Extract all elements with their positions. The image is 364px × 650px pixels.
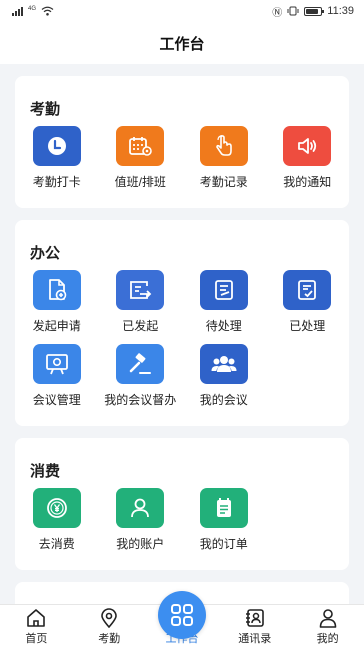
tile-my-notifications[interactable]: 我的通知: [266, 126, 350, 200]
nav-label: 通讯录: [238, 633, 272, 645]
tile-attendance-records[interactable]: 考勤记录: [182, 126, 266, 200]
tile-label: 我的订单: [199, 537, 248, 551]
location-pin-icon: [101, 608, 117, 628]
nav-contacts[interactable]: 通讯录: [218, 605, 291, 650]
nav-label: 首页: [25, 633, 48, 645]
contacts-icon: [245, 609, 264, 627]
tile-label: 待处理: [205, 319, 242, 333]
profile-icon: [319, 609, 336, 628]
section-title: 消费: [30, 463, 61, 480]
tile-meeting-management[interactable]: 会议管理: [15, 344, 99, 418]
tile-initiated[interactable]: 已发起: [99, 270, 183, 344]
section-title: 办公: [30, 245, 61, 262]
page-title: 工作台: [0, 22, 364, 64]
section-title: 考勤: [30, 101, 61, 118]
order-list-icon: [199, 488, 248, 528]
nav-label: 我的: [316, 633, 339, 645]
vibrate-icon: [287, 6, 299, 16]
nfc-icon: Ⓝ: [272, 7, 283, 19]
clock-icon: [32, 126, 81, 166]
wifi-icon: [41, 6, 54, 16]
tile-my-orders[interactable]: 我的订单: [182, 488, 266, 562]
people-icon: [199, 344, 248, 384]
tile-label: 去消费: [38, 537, 75, 551]
pending-document-icon: [199, 270, 248, 310]
done-document-icon: [283, 270, 332, 310]
section-consumption: 消费 去消费 我的账户 我的订单: [15, 438, 349, 570]
tap-hand-icon: [199, 126, 248, 166]
tile-label: 我的账户: [116, 537, 165, 551]
tile-label: 值班/排班: [114, 175, 166, 189]
signal-icon: [12, 6, 23, 16]
nav-label: 考勤: [98, 633, 121, 645]
tile-label: 发起申请: [32, 319, 81, 333]
yen-coin-icon: [32, 488, 81, 528]
gavel-icon: [116, 344, 165, 384]
speaker-icon: [283, 126, 332, 166]
status-left: 4G: [12, 6, 54, 16]
tile-submit-application[interactable]: 发起申请: [15, 270, 99, 344]
tile-label: 我的会议: [199, 393, 248, 407]
tile-my-meetings[interactable]: 我的会议: [182, 344, 266, 418]
tile-attendance-clockin[interactable]: 考勤打卡: [15, 126, 99, 200]
meeting-board-icon: [32, 344, 81, 384]
nav-attendance[interactable]: 考勤: [73, 605, 146, 650]
tile-my-meeting-supervision[interactable]: 我的会议督办: [99, 344, 183, 418]
sent-document-icon: [116, 270, 165, 310]
section-attendance: 考勤 考勤打卡 值班/排班 考勤记录 我的通知: [15, 76, 349, 208]
tile-label: 我的通知: [283, 175, 332, 189]
battery-icon: [304, 6, 325, 16]
tile-my-account[interactable]: 我的账户: [99, 488, 183, 562]
user-icon: [116, 488, 165, 528]
tile-label: 已发起: [122, 319, 159, 333]
schedule-icon: [116, 126, 165, 166]
workbench-content[interactable]: 考勤 考勤打卡 值班/排班 考勤记录 我的通知 办公 发起申请 已发起 待处理 …: [0, 64, 364, 604]
section-office: 办公 发起申请 已发起 待处理 已处理 会议管理 我的会议督办 我的会议: [15, 220, 349, 426]
tile-label: 考勤打卡: [32, 175, 81, 189]
tile-go-consume[interactable]: 去消费: [15, 488, 99, 562]
nav-mine[interactable]: 我的: [291, 605, 364, 650]
status-right: Ⓝ 11:39: [272, 4, 354, 19]
tile-processed[interactable]: 已处理: [266, 270, 350, 344]
status-bar: 4G Ⓝ 11:39: [0, 0, 364, 22]
add-document-icon: [32, 270, 81, 310]
tile-duty-schedule[interactable]: 值班/排班: [99, 126, 183, 200]
tile-label: 考勤记录: [199, 175, 248, 189]
bottom-nav: 首页 考勤 工作台 通讯录 我的: [0, 591, 364, 650]
nav-workbench[interactable]: 工作台: [146, 591, 219, 650]
network-tag: 4G: [28, 6, 37, 12]
tile-label: 已处理: [289, 319, 326, 333]
home-icon: [27, 609, 46, 627]
grid-icon: [157, 591, 206, 639]
clock-time: 11:39: [327, 5, 354, 17]
tile-label: 会议管理: [32, 393, 81, 407]
nav-home[interactable]: 首页: [0, 605, 73, 650]
tile-pending[interactable]: 待处理: [182, 270, 266, 344]
tile-label: 我的会议督办: [104, 393, 177, 407]
